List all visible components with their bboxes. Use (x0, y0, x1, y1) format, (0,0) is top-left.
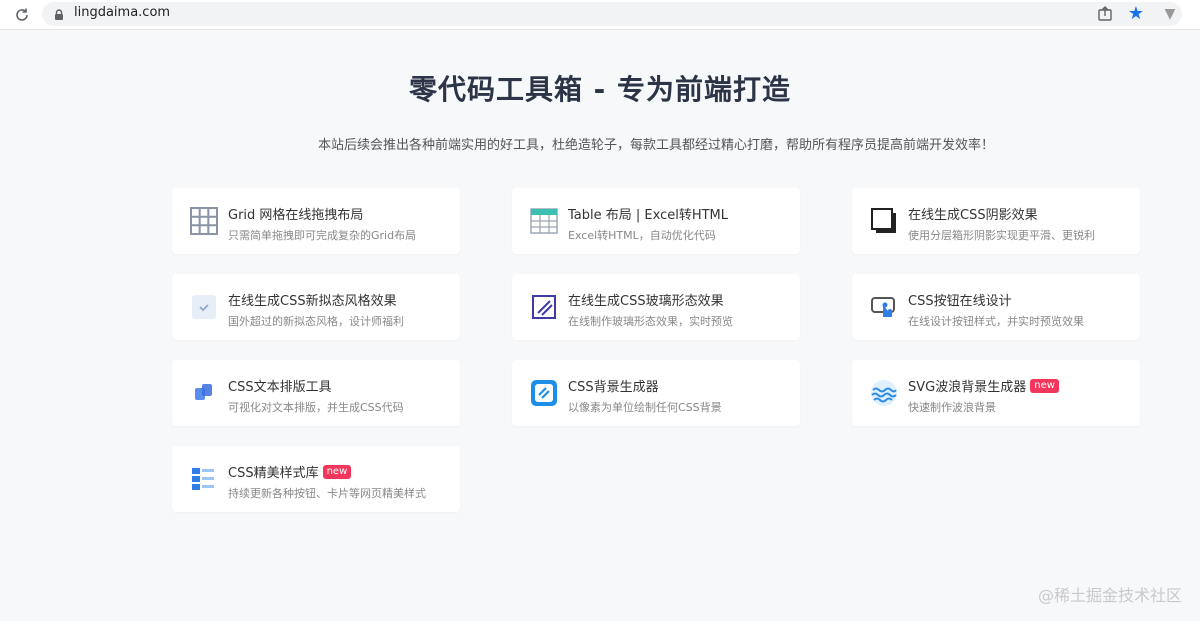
tool-title: 在线生成CSS新拟态风格效果 (228, 294, 397, 309)
tool-card[interactable]: CSS精美样式库 new 持续更新各种按钮、卡片等网页精美样式 (172, 446, 460, 512)
reload-icon[interactable] (12, 5, 32, 25)
watermark: @稀土掘金技术社区 (1037, 586, 1182, 605)
background-icon (530, 379, 558, 407)
tool-card[interactable]: CSS背景生成器 以像素为单位绘制任何CSS背景 (512, 360, 800, 426)
tool-title: CSS背景生成器 (568, 380, 659, 395)
tool-desc: 快速制作波浪背景 (908, 401, 996, 414)
browser-toolbar: lingdaima.com ★ ▼ (0, 0, 1200, 30)
tool-desc: 使用分层箱形阴影实现更平滑、更锐利 (908, 229, 1095, 242)
table-icon (530, 207, 558, 235)
tool-title: Table 布局 | Excel转HTML (568, 208, 729, 223)
shadow-icon (870, 207, 898, 235)
lock-icon (52, 7, 66, 21)
tool-title: 在线生成CSS玻璃形态效果 (568, 294, 724, 309)
tool-desc: 在线设计按钮样式，并实时预览效果 (908, 315, 1084, 328)
text-layout-icon (190, 379, 218, 407)
neumorphism-icon (190, 293, 218, 321)
tool-title: 在线生成CSS阴影效果 (908, 208, 1038, 223)
grid-icon (190, 207, 218, 235)
button-icon (870, 293, 898, 321)
tool-desc: 以像素为单位绘制任何CSS背景 (568, 401, 722, 414)
tool-desc: 可视化对文本排版，并生成CSS代码 (228, 401, 404, 414)
tool-desc: 国外超过的新拟态风格，设计师福利 (228, 315, 404, 328)
tool-desc: 持续更新各种按钮、卡片等网页精美样式 (228, 487, 426, 500)
page-title: 零代码工具箱 - 专为前端打造 (408, 73, 792, 106)
share-icon[interactable] (1096, 5, 1114, 23)
tool-desc: Excel转HTML，自动优化代码 (568, 229, 716, 242)
url-text: lingdaima.com (74, 5, 171, 20)
page-subtitle: 本站后续会推出各种前端实用的好工具，杜绝造轮子，每款工具都经过精心打磨，帮助所有… (317, 138, 994, 153)
style-library-icon (190, 465, 218, 493)
new-badge: new (322, 464, 352, 479)
tool-title: CSS文本排版工具 (228, 380, 332, 395)
tool-title: CSS按钮在线设计 (908, 294, 1012, 309)
glass-icon (530, 293, 558, 321)
wave-icon (870, 379, 898, 407)
bookmark-star-icon[interactable]: ★ (1126, 4, 1146, 24)
tool-card[interactable]: Table 布局 | Excel转HTML Excel转HTML，自动优化代码 (512, 188, 800, 254)
tool-desc: 只需简单拖拽即可完成复杂的Grid布局 (228, 229, 417, 242)
tool-card[interactable]: Grid 网格在线拖拽布局 只需简单拖拽即可完成复杂的Grid布局 (172, 188, 460, 254)
tool-title: Grid 网格在线拖拽布局 (228, 208, 364, 223)
tool-desc: 在线制作玻璃形态效果，实时预览 (568, 315, 733, 328)
tool-title: CSS精美样式库 new (228, 462, 352, 481)
tool-title: SVG波浪背景生成器 new (908, 376, 1059, 395)
address-bar[interactable]: lingdaima.com ★ ▼ (42, 2, 1182, 26)
tool-card[interactable]: CSS文本排版工具 可视化对文本排版，并生成CSS代码 (172, 360, 460, 426)
extension-icon[interactable]: ▼ (1162, 6, 1178, 22)
tool-card[interactable]: CSS按钮在线设计 在线设计按钮样式，并实时预览效果 (852, 274, 1140, 340)
tool-card[interactable]: 在线生成CSS玻璃形态效果 在线制作玻璃形态效果，实时预览 (512, 274, 800, 340)
tool-card[interactable]: 在线生成CSS新拟态风格效果 国外超过的新拟态风格，设计师福利 (172, 274, 460, 340)
tool-card[interactable]: SVG波浪背景生成器 new 快速制作波浪背景 (852, 360, 1140, 426)
tool-card[interactable]: 在线生成CSS阴影效果 使用分层箱形阴影实现更平滑、更锐利 (852, 188, 1140, 254)
new-badge: new (1030, 378, 1059, 393)
